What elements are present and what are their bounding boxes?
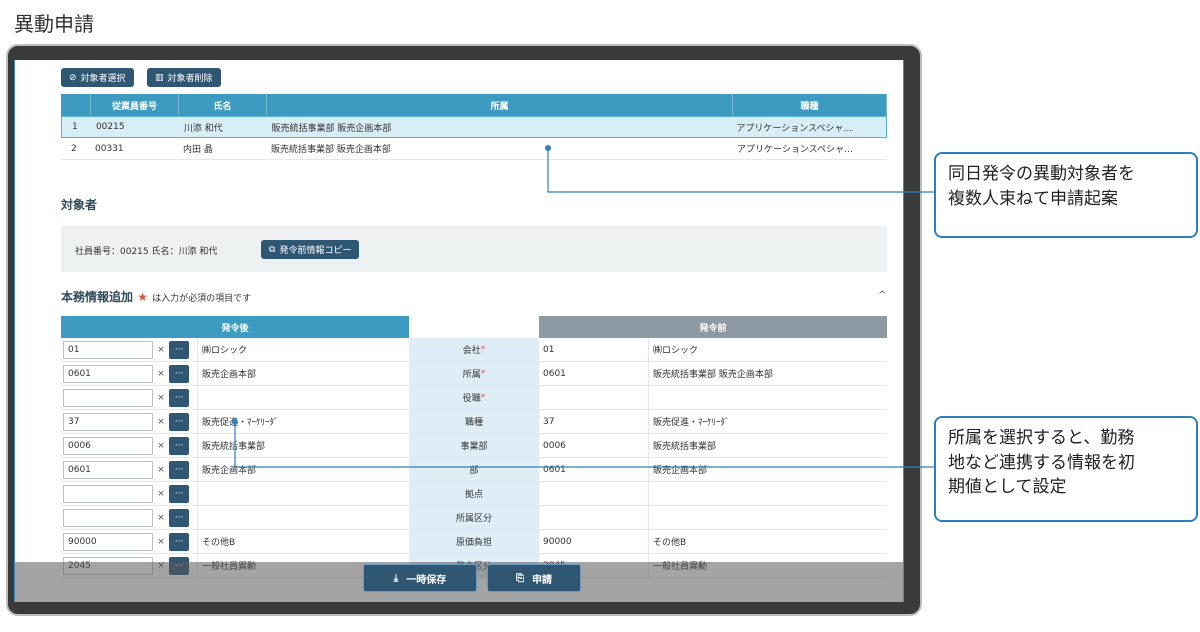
connector-line xyxy=(547,148,934,193)
callout-dept-select: 所属を選択すると、勤務 地など連携する情報を初 期値として設定 xyxy=(934,416,1198,522)
callout-connectors xyxy=(232,145,934,468)
callout-batch: 同日発令の異動対象者を 複数人束ねて申請起案 xyxy=(934,152,1198,238)
connector-line xyxy=(234,422,934,468)
